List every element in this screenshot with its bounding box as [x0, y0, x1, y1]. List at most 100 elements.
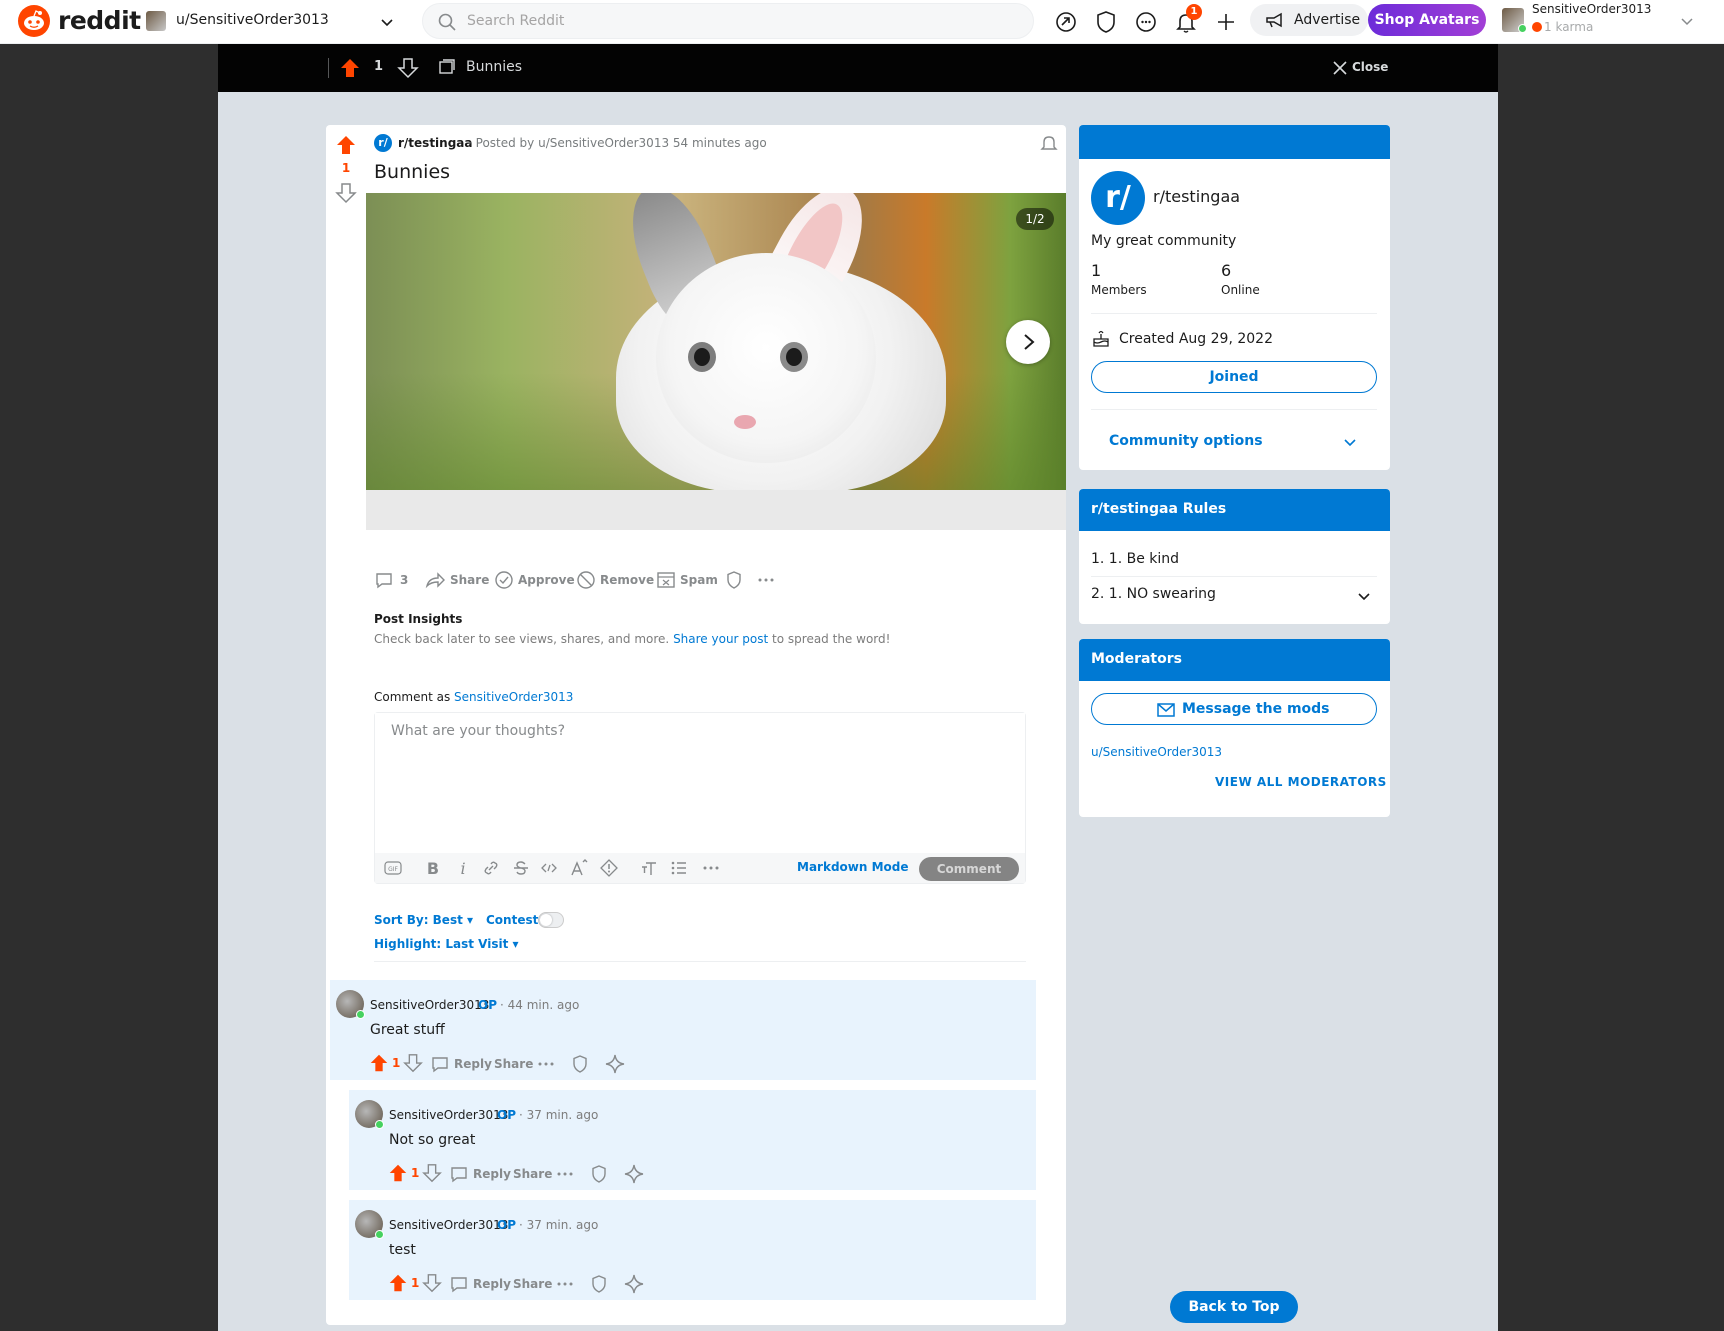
share-your-post-link[interactable]: Share your post: [673, 632, 768, 646]
comment-share-button[interactable]: Share: [494, 1057, 533, 1071]
chevron-down-icon[interactable]: [1343, 435, 1357, 449]
shield-icon[interactable]: [589, 1274, 609, 1294]
reply-button[interactable]: Reply: [473, 1277, 511, 1291]
chevron-down-icon[interactable]: [1357, 589, 1371, 603]
reply-button[interactable]: Reply: [454, 1057, 492, 1071]
popular-icon[interactable]: [1052, 8, 1080, 36]
chevron-down-icon: [1681, 18, 1693, 26]
divider: [1091, 576, 1377, 577]
upvote-icon[interactable]: [387, 1162, 409, 1184]
comment-share-button[interactable]: Share: [513, 1167, 552, 1181]
heading-icon[interactable]: [639, 858, 659, 878]
search-input[interactable]: Search Reddit: [467, 13, 564, 29]
comment-submit-button[interactable]: Comment: [919, 857, 1019, 881]
reply-button[interactable]: Reply: [473, 1167, 511, 1181]
upvote-icon[interactable]: [368, 1052, 390, 1074]
reply-comment-icon[interactable]: [449, 1164, 469, 1184]
approve-button[interactable]: Approve: [494, 565, 575, 595]
comment-textarea[interactable]: [375, 713, 1025, 853]
more-options-button[interactable]: [756, 565, 780, 595]
moderator-link[interactable]: u/SensitiveOrder3013: [1091, 745, 1222, 759]
more-dots-icon[interactable]: [536, 1054, 556, 1074]
rule-item[interactable]: 1. 1. Be kind: [1091, 551, 1179, 567]
comment-time[interactable]: · 37 min. ago: [519, 1108, 598, 1122]
comment-time[interactable]: · 37 min. ago: [519, 1218, 598, 1232]
mod-shield-icon[interactable]: [1092, 8, 1120, 36]
reply-comment-icon[interactable]: [430, 1054, 450, 1074]
close-button[interactable]: Close: [1328, 58, 1398, 78]
reddit-logo-icon[interactable]: [18, 5, 50, 37]
mail-icon: [1157, 703, 1175, 717]
mod-shield-button[interactable]: [724, 565, 748, 595]
reddit-wordmark[interactable]: reddit: [58, 6, 141, 35]
link-icon[interactable]: [481, 858, 501, 878]
shop-avatars-button[interactable]: Shop Avatars: [1368, 4, 1486, 36]
reply-comment-icon[interactable]: [449, 1274, 469, 1294]
search-bar[interactable]: Search Reddit: [422, 3, 1034, 39]
strikethrough-icon[interactable]: [511, 858, 531, 878]
downvote-icon[interactable]: [402, 1052, 424, 1074]
topbar-score: 1: [374, 59, 384, 74]
spoiler-icon[interactable]: [599, 858, 619, 878]
subreddit-icon[interactable]: r/: [374, 134, 392, 152]
comment-share-button[interactable]: Share: [513, 1277, 552, 1291]
comment-thread-item: SensitiveOrder3013 OP · 37 min. ago Not …: [349, 1090, 1036, 1190]
rules-card-header: r/testingaa Rules: [1079, 489, 1390, 531]
chat-icon[interactable]: [1132, 8, 1160, 36]
remove-button[interactable]: Remove: [576, 565, 654, 595]
community-icon[interactable]: r/: [1091, 171, 1145, 225]
comment-time[interactable]: · 44 min. ago: [500, 998, 579, 1012]
downvote-icon[interactable]: [421, 1162, 443, 1184]
comment-author[interactable]: SensitiveOrder3013: [389, 1218, 508, 1232]
sparkle-award-icon[interactable]: [623, 1163, 645, 1185]
downvote-icon[interactable]: [334, 181, 358, 205]
more-dots-icon[interactable]: [701, 858, 721, 878]
back-to-top-button[interactable]: Back to Top: [1170, 1291, 1298, 1323]
share-button[interactable]: Share: [424, 565, 489, 595]
shield-icon[interactable]: [589, 1164, 609, 1184]
gallery-next-button[interactable]: [1006, 320, 1050, 364]
feed-avatar: [146, 11, 166, 31]
community-options-toggle[interactable]: Community options: [1109, 433, 1263, 449]
spam-button[interactable]: Spam: [656, 565, 718, 595]
user-menu[interactable]: SensitiveOrder3013 1 karma: [1500, 0, 1710, 44]
comment-as-user-link[interactable]: SensitiveOrder3013: [454, 690, 573, 704]
community-name[interactable]: r/testingaa: [1153, 187, 1240, 206]
upvote-icon[interactable]: [387, 1272, 409, 1294]
members-label: Members: [1091, 283, 1147, 297]
joined-button[interactable]: Joined: [1091, 361, 1377, 393]
comment-author[interactable]: SensitiveOrder3013: [389, 1108, 508, 1122]
follow-bell-icon[interactable]: [1039, 133, 1059, 153]
sort-dropdown[interactable]: Sort By: Best ▾: [374, 913, 473, 927]
more-dots-icon[interactable]: [555, 1164, 575, 1184]
overlay-backdrop-right[interactable]: [1498, 44, 1724, 1331]
markdown-mode-button[interactable]: Markdown Mode: [797, 860, 909, 874]
inline-code-icon[interactable]: [539, 858, 559, 878]
sparkle-award-icon[interactable]: [623, 1273, 645, 1295]
overlay-backdrop-left[interactable]: [0, 44, 218, 1331]
superscript-icon[interactable]: [569, 858, 589, 878]
subreddit-link[interactable]: r/testingaa: [398, 136, 473, 150]
gallery-image[interactable]: 1/2: [366, 193, 1066, 490]
more-dots-icon[interactable]: [555, 1274, 575, 1294]
italic-icon[interactable]: i: [453, 858, 473, 878]
advertise-button[interactable]: Advertise: [1250, 4, 1368, 36]
rule-item[interactable]: 2. 1. NO swearing: [1091, 586, 1216, 602]
feed-switcher[interactable]: u/SensitiveOrder3013: [146, 6, 396, 36]
comment-author[interactable]: SensitiveOrder3013: [370, 998, 489, 1012]
bulleted-list-icon[interactable]: [669, 858, 689, 878]
downvote-icon[interactable]: [396, 56, 420, 80]
gif-icon[interactable]: GIF: [383, 858, 403, 878]
bold-icon[interactable]: B: [423, 858, 443, 878]
upvote-icon[interactable]: [334, 133, 358, 157]
shield-icon[interactable]: [570, 1054, 590, 1074]
sparkle-award-icon[interactable]: [604, 1053, 626, 1075]
create-post-plus-icon[interactable]: [1212, 8, 1240, 36]
highlight-dropdown[interactable]: Highlight: Last Visit ▾: [374, 937, 519, 951]
comments-button[interactable]: 3: [374, 565, 414, 595]
upvote-icon[interactable]: [338, 56, 362, 80]
contest-toggle[interactable]: [538, 912, 564, 928]
downvote-icon[interactable]: [421, 1272, 443, 1294]
view-all-moderators-link[interactable]: VIEW ALL MODERATORS: [1215, 775, 1387, 789]
message-mods-button[interactable]: Message the mods: [1091, 693, 1377, 725]
